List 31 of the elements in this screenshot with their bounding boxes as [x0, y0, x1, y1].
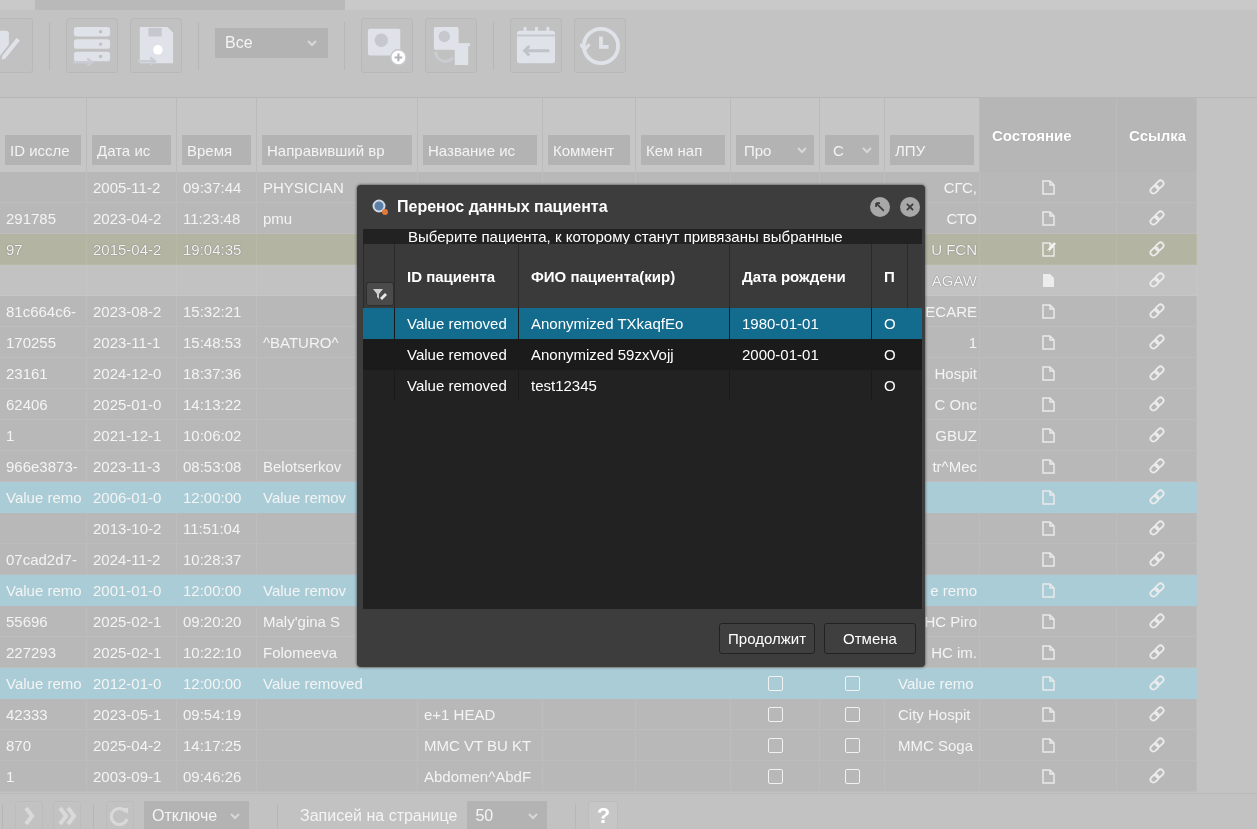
table-cell: Value removed [407, 346, 507, 363]
table-cell: 2000-01-01 [742, 346, 819, 363]
table-cell-text: 12:00:00 [182, 487, 243, 508]
table-cell-text: 12:00:00 [182, 673, 243, 694]
table-cell: 2003-09-1 [87, 761, 177, 792]
table-cell-text: Value remo [5, 580, 83, 601]
table-cell-text: Value remo [5, 487, 83, 508]
column-header: ФИО пациента(кир) [531, 267, 676, 285]
table-cell: Anonymized 59zxVojj [531, 346, 674, 363]
column-header: ID пациента [407, 267, 496, 285]
table-cell: 1980-01-01 [742, 315, 819, 332]
table-cell-text: Value remov [262, 487, 348, 508]
table-cell-text: Value remov [262, 580, 348, 601]
table-cell: Value removed [407, 377, 507, 394]
table-cell-text: 2001-01-0 [92, 580, 163, 601]
table-cell: 1 [0, 761, 87, 792]
table-cell-text: Value remo [897, 673, 975, 694]
table-cell-text: e remo [929, 580, 978, 601]
table-cell: test12345 [531, 377, 597, 394]
table-cell: Abdomen^AbdF [418, 761, 543, 792]
table-cell: Anonymized TXkaqfEo [531, 315, 684, 332]
table-cell: 09:46:26 [177, 761, 257, 792]
table-cell-text: Value remo [5, 673, 83, 694]
column-header: Состояние [992, 127, 1072, 144]
table-cell-text: Value removed [262, 673, 364, 694]
column-header: Дата рождени [742, 267, 846, 285]
table-cell-text: 12:00:00 [182, 580, 243, 601]
table-cell-text: 2012-01-0 [92, 673, 163, 694]
column-header: Ссылка [1129, 127, 1187, 144]
table-cell-text: 2006-01-0 [92, 487, 163, 508]
column-header: П [884, 267, 895, 285]
